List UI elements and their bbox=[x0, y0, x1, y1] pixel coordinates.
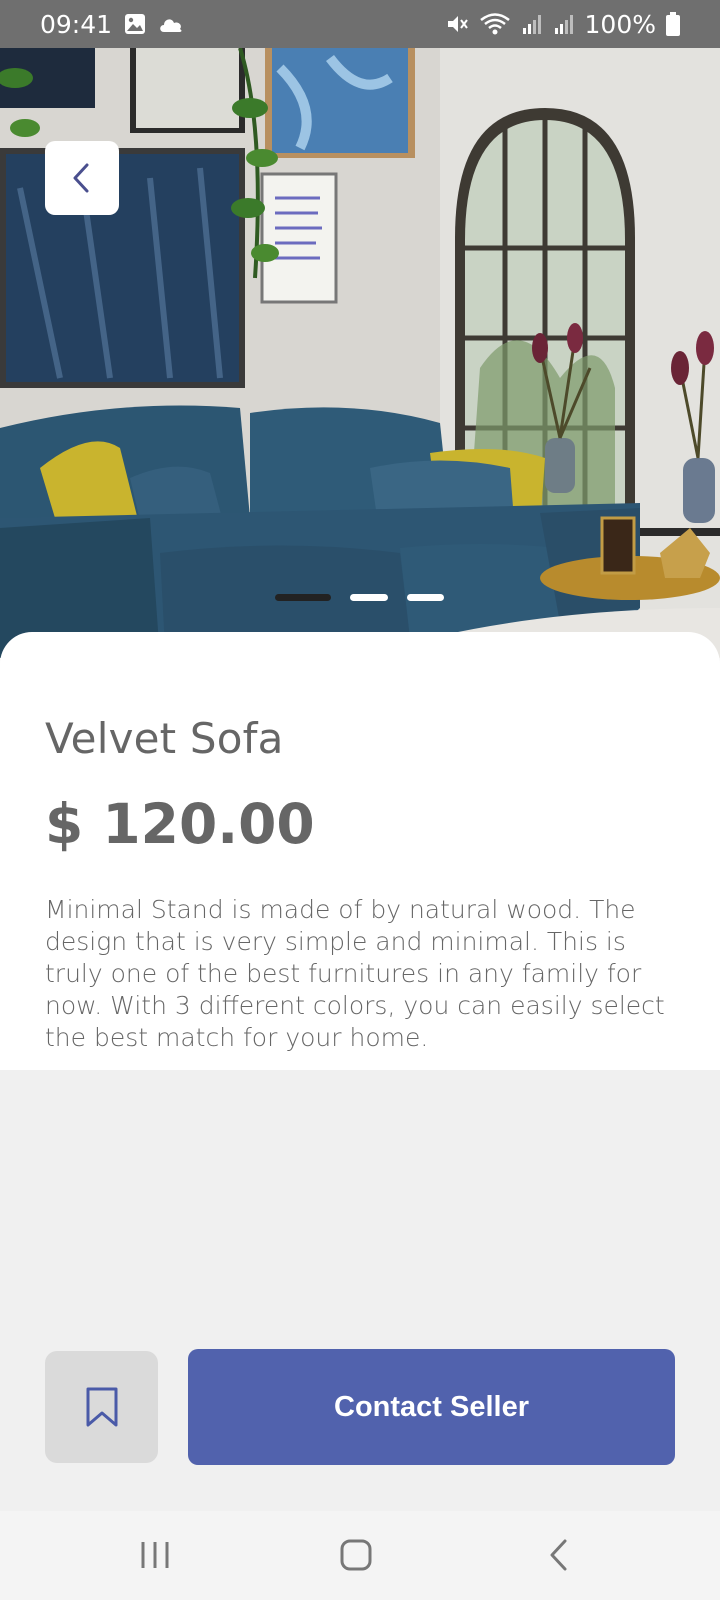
status-time: 09:41 bbox=[40, 9, 113, 39]
product-price: $ 120.00 bbox=[45, 792, 315, 856]
recents-icon bbox=[141, 1542, 169, 1568]
battery-icon bbox=[666, 12, 680, 36]
product-description: Minimal Stand is made of by natural wood… bbox=[45, 895, 665, 1052]
back-button[interactable] bbox=[45, 141, 119, 215]
battery-percent: 100% bbox=[584, 9, 656, 39]
signal-icon bbox=[521, 13, 543, 35]
status-right: 100% bbox=[445, 10, 680, 39]
wifi-icon bbox=[479, 12, 511, 36]
sofa-room-photo bbox=[0, 48, 720, 658]
carousel-dot[interactable] bbox=[350, 594, 388, 601]
product-title: Velvet Sofa bbox=[45, 714, 284, 763]
nav-back-button[interactable] bbox=[534, 1535, 584, 1575]
status-bar: 09:41 100% bbox=[0, 0, 720, 48]
mute-icon bbox=[445, 12, 469, 36]
signal-icon bbox=[553, 13, 575, 35]
carousel-dot[interactable] bbox=[407, 594, 444, 601]
nav-home-button[interactable] bbox=[331, 1535, 381, 1575]
nav-recents-button[interactable] bbox=[130, 1535, 180, 1575]
chevron-left-icon bbox=[73, 163, 89, 193]
contact-seller-button[interactable]: Contact Seller bbox=[188, 1349, 675, 1465]
product-details-card: Velvet Sofa $ 120.00 Minimal Stand is ma… bbox=[0, 632, 720, 1070]
cloud-icon bbox=[158, 15, 184, 33]
system-nav-bar bbox=[0, 1511, 720, 1600]
back-icon bbox=[550, 1539, 567, 1571]
bookmark-icon bbox=[86, 1387, 117, 1427]
bookmark-button[interactable] bbox=[45, 1351, 158, 1463]
home-icon bbox=[340, 1539, 372, 1571]
image-icon bbox=[124, 13, 146, 35]
carousel-dot-active[interactable] bbox=[275, 594, 331, 601]
product-image bbox=[0, 48, 720, 658]
carousel-indicator bbox=[0, 594, 720, 604]
status-left: 09:41 bbox=[40, 10, 184, 39]
